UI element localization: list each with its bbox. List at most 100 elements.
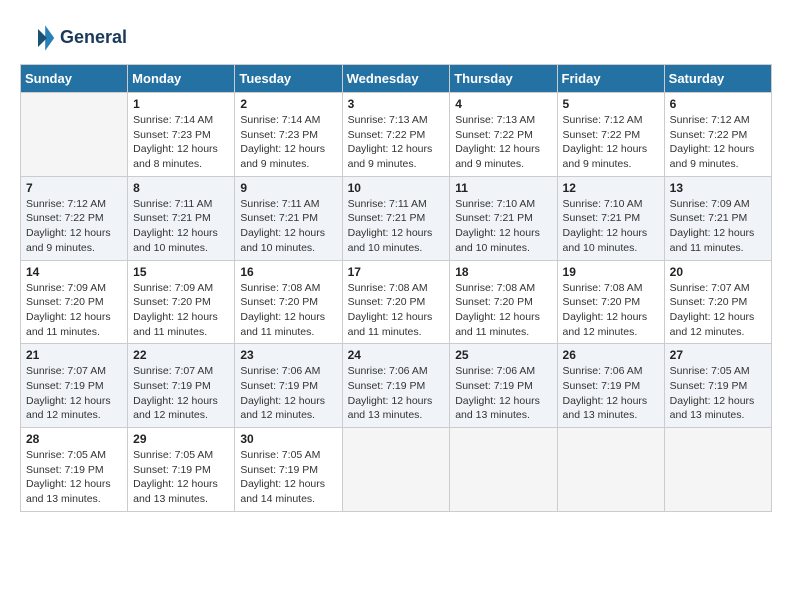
day-number: 29 (133, 432, 229, 446)
calendar-cell: 24 Sunrise: 7:06 AMSunset: 7:19 PMDayligh… (342, 344, 450, 428)
day-detail: Sunrise: 7:10 AMSunset: 7:21 PMDaylight:… (455, 197, 551, 256)
day-number: 14 (26, 265, 122, 279)
day-detail: Sunrise: 7:12 AMSunset: 7:22 PMDaylight:… (563, 113, 659, 172)
day-number: 27 (670, 348, 766, 362)
day-number: 24 (348, 348, 445, 362)
calendar-cell: 6 Sunrise: 7:12 AMSunset: 7:22 PMDaylight… (664, 93, 771, 177)
day-detail: Sunrise: 7:14 AMSunset: 7:23 PMDaylight:… (133, 113, 229, 172)
calendar-cell: 18 Sunrise: 7:08 AMSunset: 7:20 PMDayligh… (450, 260, 557, 344)
calendar-cell: 1 Sunrise: 7:14 AMSunset: 7:23 PMDaylight… (128, 93, 235, 177)
calendar-cell: 3 Sunrise: 7:13 AMSunset: 7:22 PMDaylight… (342, 93, 450, 177)
calendar-week-row: 1 Sunrise: 7:14 AMSunset: 7:23 PMDaylight… (21, 93, 772, 177)
calendar-cell: 17 Sunrise: 7:08 AMSunset: 7:20 PMDayligh… (342, 260, 450, 344)
day-number: 6 (670, 97, 766, 111)
calendar-cell: 30Sunrise: 7:05 AMSunset: 7:19 PMDayligh… (235, 428, 342, 512)
calendar-week-row: 14 Sunrise: 7:09 AMSunset: 7:20 PMDayligh… (21, 260, 772, 344)
day-number: 1 (133, 97, 229, 111)
day-number: 18 (455, 265, 551, 279)
day-detail: Sunrise: 7:13 AMSunset: 7:22 PMDaylight:… (455, 113, 551, 172)
calendar-cell: 29Sunrise: 7:05 AMSunset: 7:19 PMDayligh… (128, 428, 235, 512)
calendar-cell: 4 Sunrise: 7:13 AMSunset: 7:22 PMDaylight… (450, 93, 557, 177)
day-detail: Sunrise: 7:08 AMSunset: 7:20 PMDaylight:… (563, 281, 659, 340)
day-number: 16 (240, 265, 336, 279)
day-detail: Sunrise: 7:06 AMSunset: 7:19 PMDaylight:… (563, 364, 659, 423)
calendar-week-row: 21 Sunrise: 7:07 AMSunset: 7:19 PMDayligh… (21, 344, 772, 428)
day-number: 21 (26, 348, 122, 362)
calendar-cell (21, 93, 128, 177)
calendar-cell: 26 Sunrise: 7:06 AMSunset: 7:19 PMDayligh… (557, 344, 664, 428)
day-detail: Sunrise: 7:05 AMSunset: 7:19 PMDaylight:… (26, 448, 122, 507)
day-detail: Sunrise: 7:09 AMSunset: 7:20 PMDaylight:… (133, 281, 229, 340)
day-detail: Sunrise: 7:08 AMSunset: 7:20 PMDaylight:… (348, 281, 445, 340)
calendar-cell: 28 Sunrise: 7:05 AMSunset: 7:19 PMDayligh… (21, 428, 128, 512)
calendar-cell: 12Sunrise: 7:10 AMSunset: 7:21 PMDayligh… (557, 176, 664, 260)
calendar-cell: 25Sunrise: 7:06 AMSunset: 7:19 PMDayligh… (450, 344, 557, 428)
day-detail: Sunrise: 7:09 AMSunset: 7:21 PMDaylight:… (670, 197, 766, 256)
header-saturday: Saturday (664, 65, 771, 93)
day-number: 12 (563, 181, 659, 195)
calendar-cell: 11Sunrise: 7:10 AMSunset: 7:21 PMDayligh… (450, 176, 557, 260)
day-detail: Sunrise: 7:06 AMSunset: 7:19 PMDaylight:… (240, 364, 336, 423)
day-number: 3 (348, 97, 445, 111)
day-number: 26 (563, 348, 659, 362)
calendar-week-row: 7 Sunrise: 7:12 AMSunset: 7:22 PMDaylight… (21, 176, 772, 260)
calendar-cell: 27 Sunrise: 7:05 AMSunset: 7:19 PMDayligh… (664, 344, 771, 428)
day-detail: Sunrise: 7:12 AMSunset: 7:22 PMDaylight:… (26, 197, 122, 256)
logo-text: General (60, 28, 127, 48)
day-number: 17 (348, 265, 445, 279)
calendar-table: SundayMondayTuesdayWednesdayThursdayFrid… (20, 64, 772, 512)
day-number: 5 (563, 97, 659, 111)
day-number: 9 (240, 181, 336, 195)
day-number: 8 (133, 181, 229, 195)
day-detail: Sunrise: 7:05 AMSunset: 7:19 PMDaylight:… (240, 448, 336, 507)
header-sunday: Sunday (21, 65, 128, 93)
calendar-cell: 8Sunrise: 7:11 AMSunset: 7:21 PMDaylight… (128, 176, 235, 260)
calendar-cell: 9 Sunrise: 7:11 AMSunset: 7:21 PMDaylight… (235, 176, 342, 260)
calendar-cell: 13 Sunrise: 7:09 AMSunset: 7:21 PMDayligh… (664, 176, 771, 260)
header-wednesday: Wednesday (342, 65, 450, 93)
day-number: 10 (348, 181, 445, 195)
calendar-cell (450, 428, 557, 512)
day-detail: Sunrise: 7:06 AMSunset: 7:19 PMDaylight:… (455, 364, 551, 423)
calendar-cell (557, 428, 664, 512)
calendar-cell: 2Sunrise: 7:14 AMSunset: 7:23 PMDaylight… (235, 93, 342, 177)
day-detail: Sunrise: 7:08 AMSunset: 7:20 PMDaylight:… (455, 281, 551, 340)
day-number: 7 (26, 181, 122, 195)
day-detail: Sunrise: 7:09 AMSunset: 7:20 PMDaylight:… (26, 281, 122, 340)
header-tuesday: Tuesday (235, 65, 342, 93)
day-detail: Sunrise: 7:13 AMSunset: 7:22 PMDaylight:… (348, 113, 445, 172)
calendar-cell: 15 Sunrise: 7:09 AMSunset: 7:20 PMDayligh… (128, 260, 235, 344)
day-number: 2 (240, 97, 336, 111)
day-detail: Sunrise: 7:05 AMSunset: 7:19 PMDaylight:… (670, 364, 766, 423)
day-number: 19 (563, 265, 659, 279)
calendar-cell: 16Sunrise: 7:08 AMSunset: 7:20 PMDayligh… (235, 260, 342, 344)
day-number: 13 (670, 181, 766, 195)
calendar-cell (664, 428, 771, 512)
header-monday: Monday (128, 65, 235, 93)
day-number: 15 (133, 265, 229, 279)
calendar-cell: 20Sunrise: 7:07 AMSunset: 7:20 PMDayligh… (664, 260, 771, 344)
day-number: 23 (240, 348, 336, 362)
calendar-cell: 10Sunrise: 7:11 AMSunset: 7:21 PMDayligh… (342, 176, 450, 260)
calendar-cell: 21Sunrise: 7:07 AMSunset: 7:19 PMDayligh… (21, 344, 128, 428)
day-number: 4 (455, 97, 551, 111)
logo: General (20, 20, 127, 56)
header-friday: Friday (557, 65, 664, 93)
calendar-week-row: 28 Sunrise: 7:05 AMSunset: 7:19 PMDayligh… (21, 428, 772, 512)
day-number: 22 (133, 348, 229, 362)
calendar-cell: 14 Sunrise: 7:09 AMSunset: 7:20 PMDayligh… (21, 260, 128, 344)
day-detail: Sunrise: 7:11 AMSunset: 7:21 PMDaylight:… (240, 197, 336, 256)
calendar-cell: 22 Sunrise: 7:07 AMSunset: 7:19 PMDayligh… (128, 344, 235, 428)
day-detail: Sunrise: 7:06 AMSunset: 7:19 PMDaylight:… (348, 364, 445, 423)
day-detail: Sunrise: 7:07 AMSunset: 7:19 PMDaylight:… (133, 364, 229, 423)
day-detail: Sunrise: 7:12 AMSunset: 7:22 PMDaylight:… (670, 113, 766, 172)
calendar-cell: 5 Sunrise: 7:12 AMSunset: 7:22 PMDaylight… (557, 93, 664, 177)
day-number: 28 (26, 432, 122, 446)
calendar-header-row: SundayMondayTuesdayWednesdayThursdayFrid… (21, 65, 772, 93)
header-thursday: Thursday (450, 65, 557, 93)
page-header: General (20, 20, 772, 56)
calendar-cell: 7 Sunrise: 7:12 AMSunset: 7:22 PMDaylight… (21, 176, 128, 260)
calendar-cell: 19 Sunrise: 7:08 AMSunset: 7:20 PMDayligh… (557, 260, 664, 344)
day-detail: Sunrise: 7:07 AMSunset: 7:20 PMDaylight:… (670, 281, 766, 340)
calendar-cell: 23 Sunrise: 7:06 AMSunset: 7:19 PMDayligh… (235, 344, 342, 428)
